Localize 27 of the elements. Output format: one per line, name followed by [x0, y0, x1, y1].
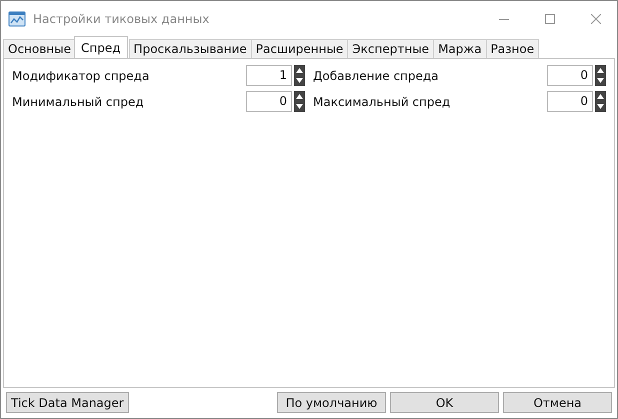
number-input[interactable]: 0: [246, 91, 292, 112]
maximize-icon[interactable]: [545, 14, 555, 24]
close-icon[interactable]: [591, 14, 601, 24]
window-title: Настройки тиковых данных: [33, 12, 210, 26]
field-label: Модификатор спреда: [12, 68, 150, 82]
chart-window-icon: [8, 11, 26, 27]
tick-data-manager-button[interactable]: Tick Data Manager: [6, 392, 129, 413]
tab[interactable]: Основные: [3, 39, 76, 58]
tab[interactable]: Экспертные: [347, 39, 434, 58]
dialog-button[interactable]: OK: [390, 392, 499, 413]
field-label: Минимальный спред: [12, 94, 145, 108]
tab[interactable]: Проскальзывание: [128, 39, 252, 58]
number-input[interactable]: 0: [547, 65, 593, 86]
tab[interactable]: Расширенные: [250, 39, 348, 58]
spinner-arrows-icon[interactable]: [595, 91, 606, 112]
field-label: Добавление спреда: [313, 68, 440, 82]
dialog-button[interactable]: Отмена: [503, 392, 612, 413]
tab[interactable]: Спред: [74, 36, 128, 58]
dialog-button[interactable]: По умолчанию: [277, 392, 386, 413]
tab[interactable]: Маржа: [433, 39, 487, 58]
field-label: Максимальный спред: [313, 94, 452, 108]
tab[interactable]: Разное: [486, 39, 540, 58]
spinner-arrows-icon[interactable]: [294, 91, 305, 112]
spinner-arrows-icon[interactable]: [294, 65, 305, 86]
number-input[interactable]: 0: [547, 91, 593, 112]
number-input[interactable]: 1: [246, 65, 292, 86]
spinner-arrows-icon[interactable]: [595, 65, 606, 86]
